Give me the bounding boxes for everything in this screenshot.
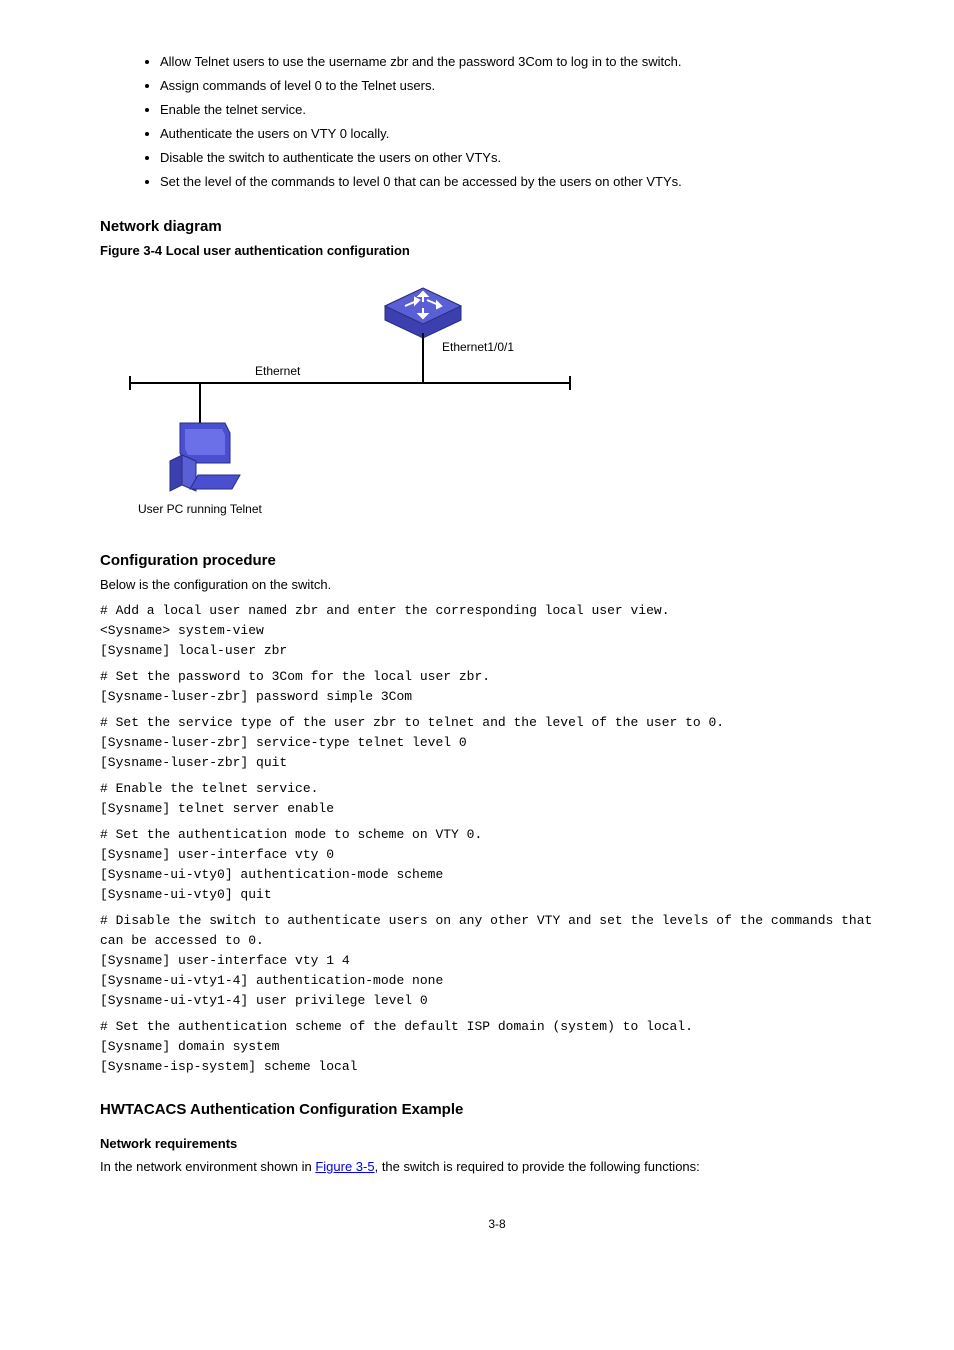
switch-icon: [385, 288, 461, 338]
cmd-line: [Sysname] local-user zbr: [100, 641, 894, 661]
requirement-list: Allow Telnet users to use the username z…: [100, 50, 894, 194]
cmd-group: # Enable the telnet service. [Sysname] t…: [100, 779, 894, 819]
cmd-comment: # Disable the switch to authenticate use…: [100, 911, 894, 951]
network-diagram-heading: Network diagram: [100, 218, 894, 235]
cmd-line: [Sysname-ui-vty1-4] user privilege level…: [100, 991, 894, 1011]
cmd-line: [Sysname-ui-vty1-4] authentication-mode …: [100, 971, 894, 991]
cmd-group: # Set the authentication mode to scheme …: [100, 825, 894, 905]
figure-link[interactable]: Figure 3-5: [315, 1159, 374, 1174]
cmd-comment: # Enable the telnet service.: [100, 779, 894, 799]
cmd-line: [Sysname-luser-zbr] password simple 3Com: [100, 687, 894, 707]
list-item: Disable the switch to authenticate the u…: [160, 146, 894, 170]
cmd-comment: # Set the password to 3Com for the local…: [100, 667, 894, 687]
cmd-line: [Sysname-ui-vty0] quit: [100, 885, 894, 905]
cmd-group: # Set the service type of the user zbr t…: [100, 713, 894, 773]
cmd-comment: # Set the authentication mode to scheme …: [100, 825, 894, 845]
list-item: Enable the telnet service.: [160, 98, 894, 122]
list-item: Allow Telnet users to use the username z…: [160, 50, 894, 74]
cmd-line: [Sysname-isp-system] scheme local: [100, 1057, 894, 1077]
list-item: Authenticate the users on VTY 0 locally.: [160, 122, 894, 146]
cmd-line: [Sysname] domain system: [100, 1037, 894, 1057]
cmd-comment: # Set the service type of the user zbr t…: [100, 713, 894, 733]
cmd-line: [Sysname-ui-vty0] authentication-mode sc…: [100, 865, 894, 885]
list-item: Assign commands of level 0 to the Telnet…: [160, 74, 894, 98]
cmd-line: [Sysname] telnet server enable: [100, 799, 894, 819]
list-item: Set the level of the commands to level 0…: [160, 170, 894, 194]
cmd-group: # Add a local user named zbr and enter t…: [100, 601, 894, 661]
netreq-pre: In the network environment shown in: [100, 1159, 315, 1174]
procedure-intro: Below is the configuration on the switch…: [100, 575, 894, 595]
cmd-line: [Sysname-luser-zbr] quit: [100, 753, 894, 773]
cmd-line: [Sysname-luser-zbr] service-type telnet …: [100, 733, 894, 753]
cmd-line: [Sysname] user-interface vty 0: [100, 845, 894, 865]
port-label: Ethernet1/0/1: [442, 340, 514, 354]
pc-icon: [170, 423, 240, 491]
cmd-group: # Set the password to 3Com for the local…: [100, 667, 894, 707]
ethernet-label: Ethernet: [255, 364, 300, 378]
pc-label: User PC running Telnet: [138, 502, 262, 516]
cmd-group: # Disable the switch to authenticate use…: [100, 911, 894, 1011]
network-diagram: Ethernet1/0/1 Ethernet User PC running T…: [100, 268, 580, 528]
network-requirements-body: In the network environment shown in Figu…: [100, 1157, 894, 1177]
cmd-comment: # Set the authentication scheme of the d…: [100, 1017, 894, 1037]
page-number: 3-8: [100, 1217, 894, 1231]
cmd-line: <Sysname> system-view: [100, 621, 894, 641]
cmd-comment: # Add a local user named zbr and enter t…: [100, 601, 894, 621]
netreq-post: , the switch is required to provide the …: [375, 1159, 700, 1174]
figure-caption: Figure 3-4 Local user authentication con…: [100, 243, 894, 258]
config-procedure-heading: Configuration procedure: [100, 552, 894, 569]
hwtacacs-heading: HWTACACS Authentication Configuration Ex…: [100, 1101, 894, 1118]
cmd-group: # Set the authentication scheme of the d…: [100, 1017, 894, 1077]
cmd-line: [Sysname] user-interface vty 1 4: [100, 951, 894, 971]
network-requirements-heading: Network requirements: [100, 1136, 894, 1151]
